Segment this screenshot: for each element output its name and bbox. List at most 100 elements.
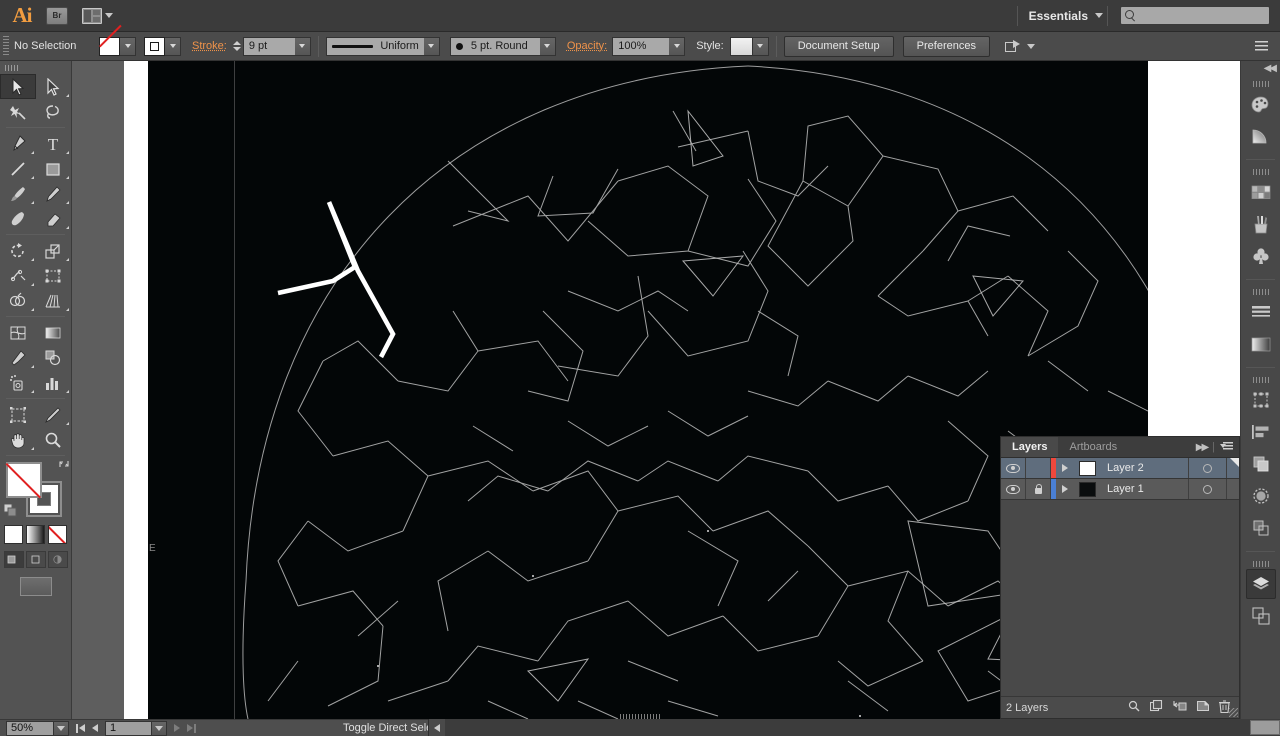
control-bar-grip[interactable] xyxy=(3,36,9,56)
tools-panel-grip[interactable] xyxy=(0,61,71,74)
blend-tool[interactable] xyxy=(36,345,72,370)
zoom-level-dropdown-button[interactable] xyxy=(54,720,69,736)
layer-name[interactable]: Layer 1 xyxy=(1100,483,1188,495)
fill-control[interactable] xyxy=(99,36,136,56)
draw-normal-button[interactable] xyxy=(3,551,24,568)
color-button[interactable] xyxy=(4,525,23,544)
create-new-layer-button[interactable] xyxy=(1197,700,1209,715)
align-to-button[interactable] xyxy=(1001,39,1035,53)
preferences-button[interactable]: Preferences xyxy=(902,35,990,57)
fill-dropdown-button[interactable] xyxy=(120,36,136,56)
next-artboard-button[interactable] xyxy=(174,724,180,732)
stroke-dropdown-button[interactable] xyxy=(165,36,181,56)
dock-group-grip[interactable] xyxy=(1252,561,1269,567)
dock-group-grip[interactable] xyxy=(1252,377,1269,383)
align-panel-icon[interactable] xyxy=(1246,417,1276,447)
stroke-swatch[interactable] xyxy=(144,36,165,56)
default-fill-stroke-icon[interactable] xyxy=(3,503,18,518)
layer-name[interactable]: Layer 2 xyxy=(1100,462,1188,474)
first-artboard-button[interactable] xyxy=(76,723,85,733)
layer-expand-toggle[interactable] xyxy=(1056,458,1074,478)
lasso-tool[interactable] xyxy=(36,99,72,124)
zoom-tool[interactable] xyxy=(36,427,72,452)
brush-definition-control[interactable]: 5 pt. Round xyxy=(449,36,556,56)
last-artboard-button[interactable] xyxy=(187,723,196,733)
panel-resize-grip[interactable] xyxy=(1229,708,1238,717)
tab-layers[interactable]: Layers xyxy=(1001,437,1059,457)
layers-panel-icon[interactable] xyxy=(1245,569,1276,599)
slice-tool[interactable] xyxy=(36,402,72,427)
artboard-number-value[interactable]: 1 xyxy=(105,720,152,736)
none-button[interactable] xyxy=(48,525,67,544)
swatches-panel-icon[interactable] xyxy=(1246,177,1276,207)
artboard-number-control[interactable]: 1 xyxy=(105,720,167,736)
make-clipping-mask-button[interactable] xyxy=(1149,699,1163,715)
locate-object-button[interactable] xyxy=(1128,700,1140,715)
zoom-level-control[interactable]: 50% xyxy=(6,720,69,736)
dock-group-grip[interactable] xyxy=(1252,81,1269,87)
graphic-style-dropdown-button[interactable] xyxy=(752,36,769,56)
layer-target-button[interactable] xyxy=(1188,458,1226,478)
brush-definition-dropdown-button[interactable] xyxy=(539,36,556,56)
hand-tool[interactable] xyxy=(0,427,36,452)
layer-visibility-toggle[interactable] xyxy=(1001,458,1026,478)
scrollbar-thumb[interactable] xyxy=(1250,720,1280,735)
color-panel-icon[interactable] xyxy=(1246,89,1276,119)
draw-behind-button[interactable] xyxy=(25,551,46,568)
stroke-panel-icon[interactable] xyxy=(1246,297,1276,327)
gradient-tool[interactable] xyxy=(36,320,72,345)
layer-lock-toggle[interactable] xyxy=(1026,479,1051,499)
layer-visibility-toggle[interactable] xyxy=(1001,479,1026,499)
stroke-weight-value[interactable]: 9 pt xyxy=(242,36,295,56)
opacity-dropdown-button[interactable] xyxy=(669,36,686,56)
fill-swatch[interactable] xyxy=(99,36,120,56)
tab-artboards[interactable]: Artboards xyxy=(1058,437,1128,457)
layer-expand-toggle[interactable] xyxy=(1056,479,1074,499)
arrange-documents-button[interactable] xyxy=(82,7,113,24)
blob-brush-tool[interactable] xyxy=(0,206,36,231)
stroke-weight-dropdown-button[interactable] xyxy=(294,36,311,56)
artboards-panel-icon[interactable] xyxy=(1246,601,1276,631)
eyedropper-tool[interactable] xyxy=(0,345,36,370)
width-tool[interactable] xyxy=(0,263,36,288)
artboard-tool[interactable] xyxy=(0,402,36,427)
collapse-panel-icon[interactable]: ▶▶ xyxy=(1196,442,1209,453)
symbols-panel-icon[interactable] xyxy=(1246,241,1276,271)
gradient-panel-icon[interactable] xyxy=(1246,329,1276,359)
gradient-button[interactable] xyxy=(26,525,45,544)
create-new-sublayer-button[interactable] xyxy=(1173,700,1187,715)
graphic-styles-panel-icon[interactable] xyxy=(1246,513,1276,543)
opacity-value[interactable]: 100% xyxy=(612,36,670,56)
swap-fill-stroke-icon[interactable] xyxy=(58,458,70,470)
dock-expand-button[interactable]: ◀◀ xyxy=(1241,61,1280,75)
stroke-weight-label[interactable]: Stroke: xyxy=(192,40,227,52)
rectangle-tool[interactable] xyxy=(36,156,72,181)
stroke-color-control[interactable] xyxy=(144,36,181,56)
free-transform-tool[interactable] xyxy=(36,263,72,288)
stroke-profile-control[interactable]: Uniform xyxy=(325,36,440,56)
line-segment-tool[interactable] xyxy=(0,156,36,181)
fill-color-indicator[interactable] xyxy=(5,462,42,498)
zoom-level-value[interactable]: 50% xyxy=(6,720,54,736)
brushes-panel-icon[interactable] xyxy=(1246,209,1276,239)
bridge-button[interactable]: Br xyxy=(46,6,68,25)
paintbrush-tool[interactable] xyxy=(0,181,36,206)
color-guide-panel-icon[interactable] xyxy=(1246,121,1276,151)
pen-tool[interactable] xyxy=(0,131,36,156)
panel-options-menu-icon[interactable] xyxy=(1220,442,1233,452)
shape-builder-tool[interactable] xyxy=(0,288,36,313)
transform-panel-icon[interactable] xyxy=(1246,385,1276,415)
mesh-tool[interactable] xyxy=(0,320,36,345)
fill-stroke-control[interactable] xyxy=(3,461,69,518)
appearance-panel-icon[interactable] xyxy=(1246,481,1276,511)
opacity-control[interactable]: 100% xyxy=(612,36,686,56)
pencil-tool[interactable] xyxy=(36,181,72,206)
graphic-style-control[interactable] xyxy=(729,36,769,56)
horizontal-scrollbar[interactable] xyxy=(428,719,1280,736)
scale-tool[interactable] xyxy=(36,238,72,263)
opacity-label[interactable]: Opacity: xyxy=(567,40,607,52)
workspace-switcher[interactable]: Essentials xyxy=(1022,9,1103,23)
eraser-tool[interactable] xyxy=(36,206,72,231)
previous-artboard-button[interactable] xyxy=(92,724,98,732)
brush-definition-value[interactable]: 5 pt. Round xyxy=(449,36,540,56)
